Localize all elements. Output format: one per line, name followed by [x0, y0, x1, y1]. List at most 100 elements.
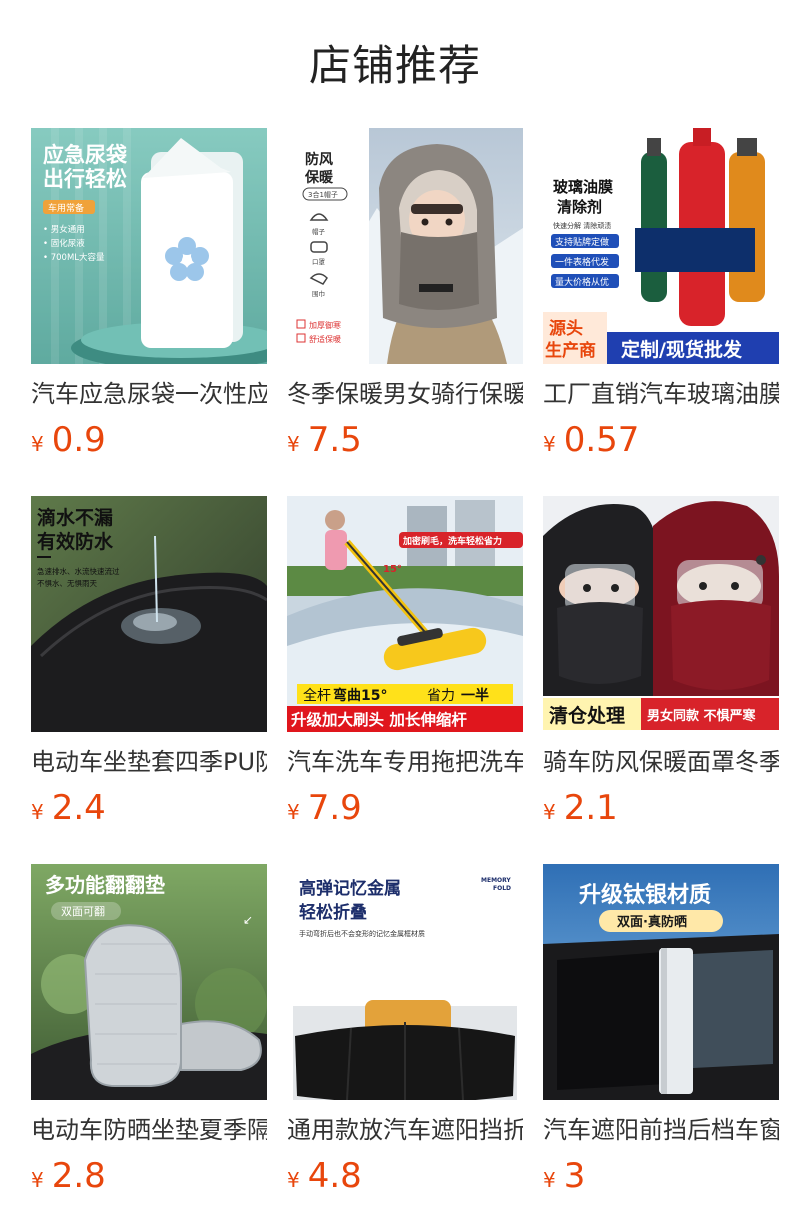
product-card[interactable]: 升级钛银材质 双面·真防晒 汽车遮阳前挡后档车窗遮阳帘 ¥3: [543, 864, 779, 1200]
image-text: 出行轻松: [43, 167, 127, 191]
image-text: 15°: [383, 564, 402, 575]
product-card[interactable]: 高弹记忆金属 轻松折叠 MEMORY FOLD 手动弯折后也不会变形的记忆金属框…: [287, 864, 523, 1200]
image-text: 手动弯折后也不会变形的记忆金属框材质: [299, 929, 425, 938]
product-image[interactable]: 多功能翻翻垫 双面可翻 ↙: [31, 864, 267, 1100]
price-value: 0.57: [563, 420, 640, 460]
image-text: 全杆: [303, 687, 331, 704]
image-badge: 生产商: [545, 340, 596, 361]
image-tag: 车用常备: [48, 202, 84, 214]
product-card[interactable]: 多功能翻翻垫 双面可翻 ↙ 电动车防晒坐垫夏季隔热垫 ¥2.8: [31, 864, 267, 1200]
product-title[interactable]: 电动车防晒坐垫夏季隔热垫: [31, 1114, 267, 1146]
product-title[interactable]: 通用款放汽车遮阳挡折叠: [287, 1114, 523, 1146]
image-badge: 源头: [549, 318, 583, 339]
currency-symbol: ¥: [31, 432, 44, 456]
image-text: 应急尿袋: [43, 143, 128, 167]
arrow-icon: ↙: [243, 913, 253, 927]
product-title[interactable]: 骑车防风保暖面罩冬季: [543, 746, 779, 778]
image-banner: 男女同款 不惧严寒: [647, 708, 757, 724]
image-chip: 支持贴牌定做: [555, 236, 609, 248]
currency-symbol: ¥: [543, 432, 556, 456]
image-text: FOLD: [493, 885, 511, 892]
product-grid: 应急尿袋 出行轻松 车用常备 • 男女通用 • 固化尿液 • 700ML大容量 …: [31, 128, 790, 1200]
product-title[interactable]: 电动车坐垫套四季PU防水坐垫套: [31, 746, 267, 778]
product-image[interactable]: 滴水不漏 有效防水 急速排水、水流快速流过 不惧水、无惧雨天: [31, 496, 267, 732]
currency-symbol: ¥: [31, 1168, 44, 1192]
image-banner: 定制/现货批发: [621, 338, 743, 361]
image-text: 轻松折叠: [299, 902, 367, 923]
image-text: 升级钛银材质: [579, 882, 711, 908]
product-price: ¥2.4: [31, 788, 267, 834]
currency-symbol: ¥: [543, 800, 556, 824]
price-value: 7.5: [307, 420, 362, 460]
image-tag: 3合1帽子: [308, 190, 338, 199]
image-text: 省力: [427, 688, 455, 704]
price-value: 0.9: [51, 420, 106, 460]
shop-recommend-page: 店铺推荐 应急尿袋 出行轻松 车用常备 • 男女通用 • 固化尿液 • 700M…: [0, 0, 790, 1232]
image-text: 多功能翻翻垫: [45, 873, 165, 897]
product-card[interactable]: 滴水不漏 有效防水 急速排水、水流快速流过 不惧水、无惧雨天 电动车坐垫套四季P…: [31, 496, 267, 832]
image-tag: 双面·真防晒: [617, 914, 687, 930]
image-text: 口罩: [312, 258, 326, 266]
image-text: • 固化尿液: [43, 238, 85, 249]
image-text: 玻璃油膜: [553, 178, 613, 196]
image-tag: 双面可翻: [61, 904, 105, 918]
product-title[interactable]: 汽车应急尿袋一次性应急尿袋: [31, 378, 267, 410]
page-title: 店铺推荐: [308, 41, 481, 90]
image-text: 高弹记忆金属: [299, 878, 401, 899]
currency-symbol: ¥: [287, 432, 300, 456]
image-text: 舒适保暖: [309, 334, 341, 344]
product-title[interactable]: 冬季保暖男女骑行保暖头套: [287, 378, 523, 410]
product-price: ¥2.1: [543, 788, 779, 834]
product-card[interactable]: 防风 保暖 3合1帽子 帽子 口罩 围巾 加厚御寒 舒适保暖 冬季保暖男女骑行保…: [287, 128, 523, 464]
image-text: 围巾: [312, 289, 325, 298]
image-text: 滴水不漏: [37, 506, 113, 529]
product-card[interactable]: 玻璃油膜 清除剂 快速分解 清除顽渍 支持贴牌定做 一件表格代发 量大价格从优 …: [543, 128, 779, 464]
image-banner: 清仓处理: [549, 704, 625, 727]
product-image[interactable]: 加密刷毛，洗车轻松省力 15° 全杆 弯曲15° 省力 一半 升级加大刷头 加长…: [287, 496, 523, 732]
image-text: 帽子: [312, 227, 326, 236]
image-text: • 700ML大容量: [43, 252, 105, 263]
image-text: 一半: [461, 687, 489, 704]
image-text: 快速分解 清除顽渍: [553, 221, 611, 230]
product-title[interactable]: 汽车遮阳前挡后档车窗遮阳帘: [543, 1114, 779, 1146]
image-text: 清除剂: [557, 198, 602, 216]
product-card[interactable]: 应急尿袋 出行轻松 车用常备 • 男女通用 • 固化尿液 • 700ML大容量 …: [31, 128, 267, 464]
image-text: 有效防水: [37, 530, 114, 553]
currency-symbol: ¥: [543, 1168, 556, 1192]
product-card[interactable]: 加密刷毛，洗车轻松省力 15° 全杆 弯曲15° 省力 一半 升级加大刷头 加长…: [287, 496, 523, 832]
price-value: 2.8: [51, 1156, 106, 1196]
currency-symbol: ¥: [287, 1168, 300, 1192]
product-image[interactable]: 高弹记忆金属 轻松折叠 MEMORY FOLD 手动弯折后也不会变形的记忆金属框…: [287, 864, 523, 1100]
product-image[interactable]: 升级钛银材质 双面·真防晒: [543, 864, 779, 1100]
price-value: 7.9: [307, 788, 362, 828]
currency-symbol: ¥: [287, 800, 300, 824]
image-text: 急速排水、水流快速流过: [37, 566, 120, 576]
product-price: ¥2.8: [31, 1156, 267, 1202]
image-text: 不惧水、无惧雨天: [37, 578, 97, 588]
product-price: ¥7.5: [287, 420, 523, 466]
image-chip: 一件表格代发: [555, 256, 609, 268]
product-image[interactable]: 清仓处理 男女同款 不惧严寒: [543, 496, 779, 732]
product-title[interactable]: 汽车洗车专用拖把洗车刷: [287, 746, 523, 778]
product-image[interactable]: 应急尿袋 出行轻松 车用常备 • 男女通用 • 固化尿液 • 700ML大容量: [31, 128, 267, 364]
price-value: 2.1: [563, 788, 618, 828]
image-banner: 升级加大刷头 加长伸缩杆: [291, 710, 467, 729]
product-price: ¥0.9: [31, 420, 267, 466]
product-price: ¥4.8: [287, 1156, 523, 1202]
image-text: 弯曲15°: [333, 687, 387, 704]
image-text: 加厚御寒: [309, 320, 341, 330]
product-image[interactable]: 玻璃油膜 清除剂 快速分解 清除顽渍 支持贴牌定做 一件表格代发 量大价格从优 …: [543, 128, 779, 364]
image-tag: 加密刷毛，洗车轻松省力: [402, 535, 502, 547]
image-chip: 量大价格从优: [555, 276, 609, 288]
product-price: ¥0.57: [543, 420, 779, 466]
product-price: ¥7.9: [287, 788, 523, 834]
price-value: 4.8: [307, 1156, 362, 1196]
product-price: ¥3: [543, 1156, 779, 1202]
price-value: 2.4: [51, 788, 106, 828]
product-image[interactable]: 防风 保暖 3合1帽子 帽子 口罩 围巾 加厚御寒 舒适保暖: [287, 128, 523, 364]
image-text: 防风: [305, 151, 333, 168]
product-title[interactable]: 工厂直销汽车玻璃油膜清除剂: [543, 378, 779, 410]
image-text: 保暖: [304, 169, 334, 186]
product-card[interactable]: 清仓处理 男女同款 不惧严寒 骑车防风保暖面罩冬季 ¥2.1: [543, 496, 779, 832]
image-text: MEMORY: [481, 877, 511, 884]
